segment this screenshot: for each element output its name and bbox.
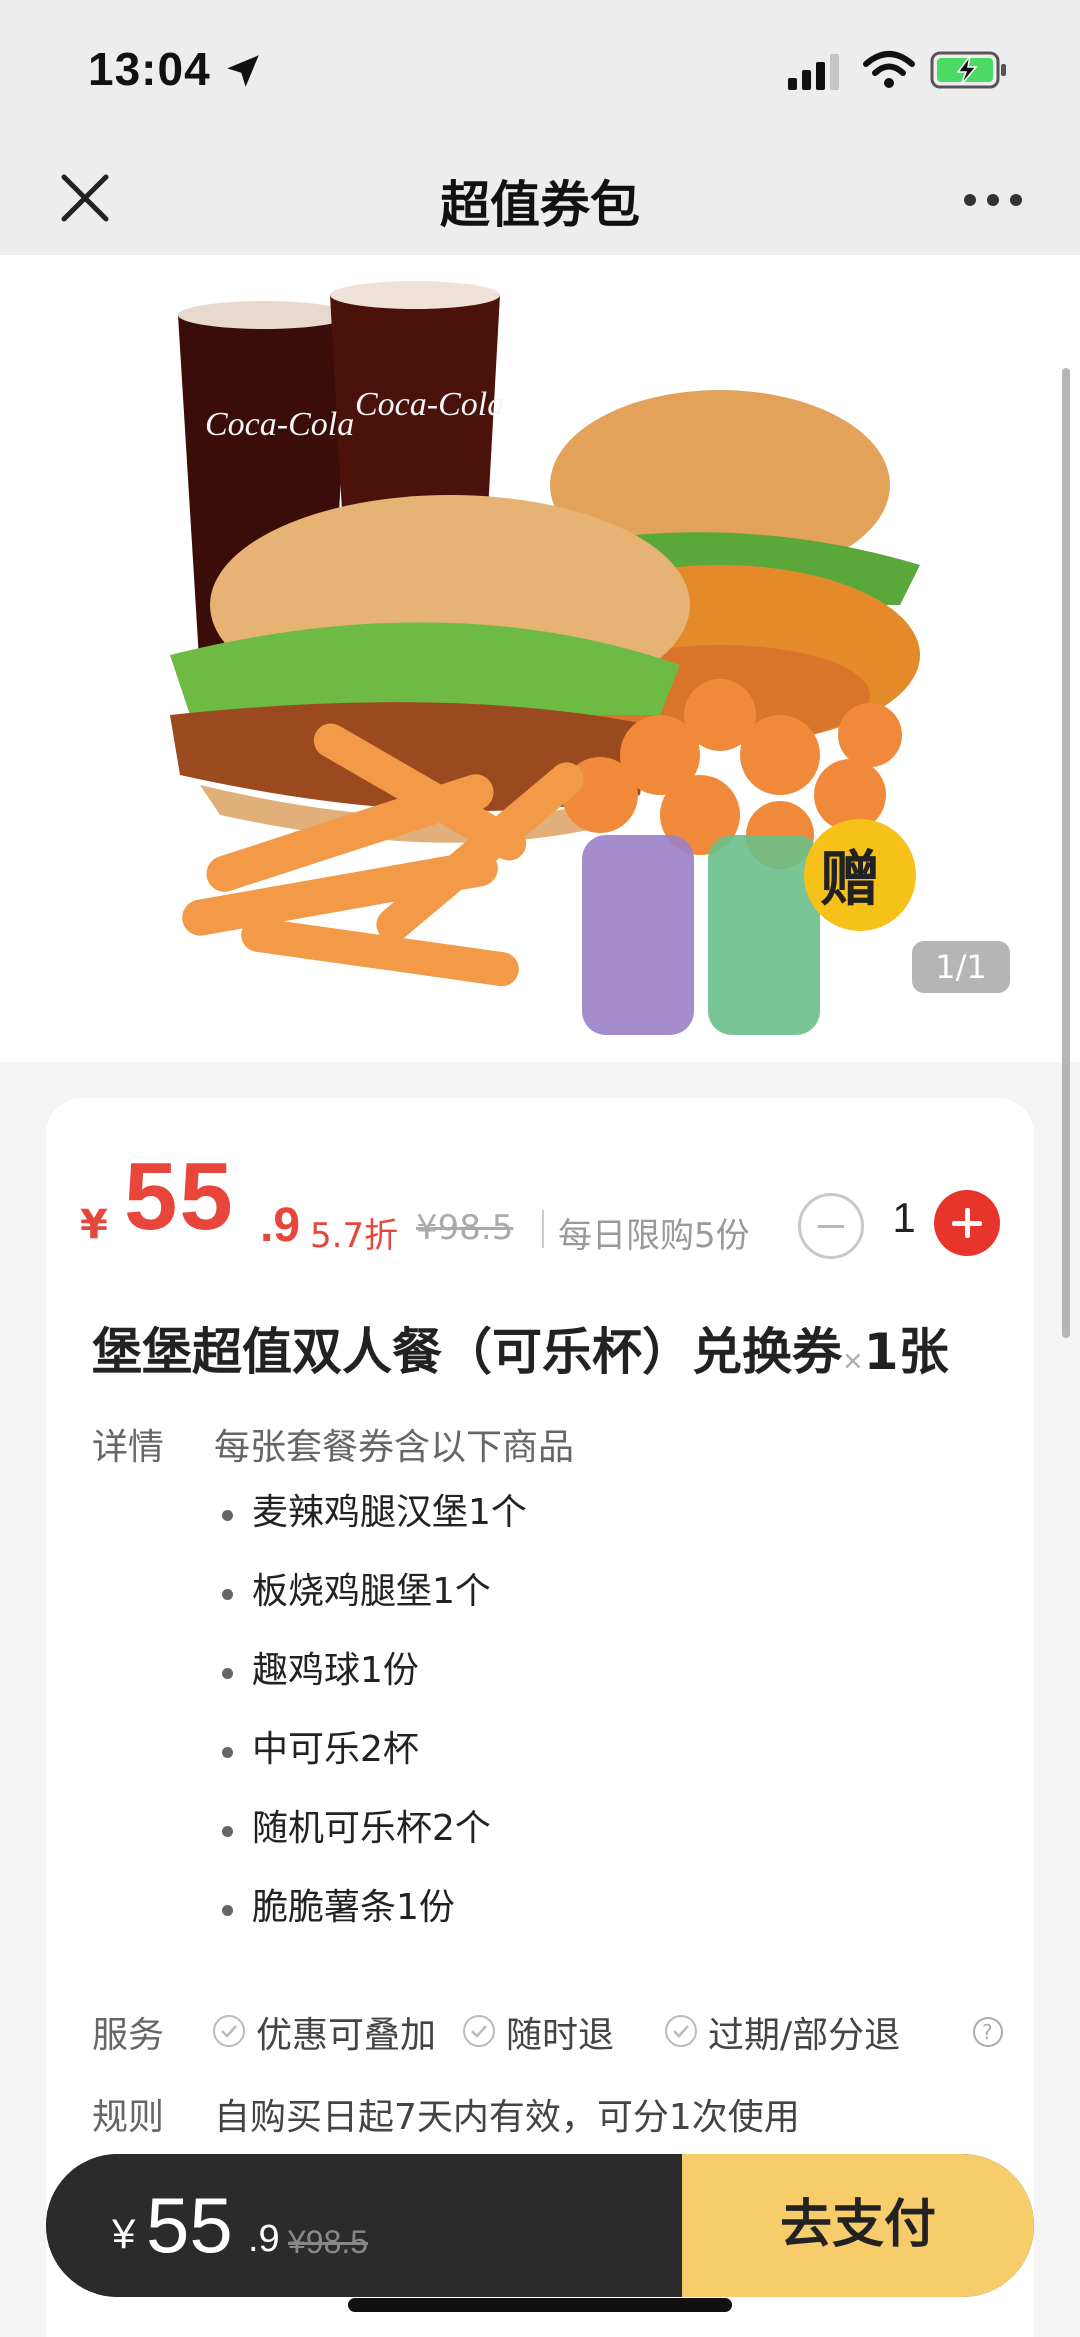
help-icon[interactable]: ? bbox=[972, 2016, 1004, 2048]
checkout-bar: ¥ 55 .9 ¥98.5 去支付 bbox=[46, 2154, 1034, 2297]
cellular-signal-icon bbox=[788, 54, 839, 90]
more-options-icon[interactable] bbox=[960, 175, 1026, 225]
scrollbar[interactable] bbox=[1062, 368, 1070, 1338]
status-bar: 13:04 bbox=[0, 0, 1080, 145]
svg-text:?: ? bbox=[982, 2020, 993, 2044]
checkout-price-integer: 55 bbox=[146, 2181, 233, 2269]
home-indicator[interactable] bbox=[348, 2298, 732, 2312]
divider bbox=[542, 1210, 544, 1248]
product-image-carousel[interactable]: Coca-Cola Coca-Cola 赠 1/1 bbox=[0, 255, 1080, 1062]
price-row: ¥ 55 .9 5.7折 ¥98.5 每日限购5份 1 bbox=[46, 1098, 1034, 1259]
increase-quantity-button[interactable] bbox=[934, 1190, 1000, 1256]
battery-charging-icon bbox=[930, 51, 1006, 89]
list-item: 随机可乐杯2个 bbox=[214, 1804, 527, 1883]
price-decimal: .9 bbox=[260, 1199, 301, 1252]
nav-bar: 超值券包 bbox=[0, 145, 1080, 255]
product-title: 堡堡超值双人餐（可乐杯）兑换券×1张 bbox=[92, 1323, 949, 1381]
list-item: 脆脆薯条1份 bbox=[214, 1883, 527, 1962]
service-tag: 优惠可叠加 bbox=[212, 2006, 436, 2058]
product-image: Coca-Cola Coca-Cola 赠 bbox=[170, 281, 920, 1035]
list-item: 中可乐2杯 bbox=[214, 1725, 527, 1804]
svg-text:Coca-Cola: Coca-Cola bbox=[355, 386, 504, 423]
status-time: 13:04 bbox=[88, 43, 211, 95]
check-circle-icon bbox=[463, 2015, 495, 2047]
checkout-currency: ¥ bbox=[112, 2210, 136, 2257]
original-price: ¥98.5 bbox=[416, 1208, 514, 1248]
list-item: 麦辣鸡腿汉堡1个 bbox=[214, 1488, 527, 1567]
currency-symbol: ¥ bbox=[80, 1202, 108, 1248]
details-description: 每张套餐券含以下商品 bbox=[214, 1427, 575, 1468]
service-label: 服务 bbox=[92, 2015, 165, 2056]
checkout-price: ¥ 55 .9 ¥98.5 bbox=[46, 2154, 682, 2297]
discount-label: 5.7折 bbox=[310, 1216, 399, 1256]
checkout-price-decimal: .9 bbox=[248, 2218, 280, 2260]
svg-text:Coca-Cola: Coca-Cola bbox=[205, 406, 354, 443]
check-circle-icon bbox=[213, 2015, 245, 2047]
svg-text:赠: 赠 bbox=[820, 845, 880, 915]
page-title: 超值券包 bbox=[440, 176, 640, 234]
wifi-icon bbox=[863, 51, 915, 88]
gift-badge: 赠 bbox=[804, 819, 916, 931]
list-item: 趣鸡球1份 bbox=[214, 1646, 527, 1725]
included-items-list: 麦辣鸡腿汉堡1个 板烧鸡腿堡1个 趣鸡球1份 中可乐2杯 随机可乐杯2个 脆脆薯… bbox=[214, 1488, 527, 1962]
rule-label: 规则 bbox=[92, 2097, 165, 2138]
location-arrow-icon bbox=[227, 55, 259, 87]
service-tag: 过期/部分退 bbox=[664, 2006, 900, 2058]
image-counter: 1/1 bbox=[912, 941, 1010, 993]
quantity-value: 1 bbox=[892, 1194, 916, 1241]
service-tag: 随时退 bbox=[462, 2006, 614, 2058]
price-integer: 55 bbox=[124, 1143, 235, 1250]
rule-text: 自购买日起7天内有效，可分1次使用 bbox=[214, 2097, 800, 2138]
coca-cola-glass-cans bbox=[582, 835, 820, 1035]
product-card: ¥ 55 .9 5.7折 ¥98.5 每日限购5份 1 堡堡超值双人餐（可乐杯）… bbox=[46, 1098, 1034, 2337]
purchase-limit: 每日限购5份 bbox=[558, 1216, 750, 1256]
checkout-original-price: ¥98.5 bbox=[288, 2224, 369, 2260]
list-item: 板烧鸡腿堡1个 bbox=[214, 1567, 527, 1646]
check-circle-icon bbox=[665, 2015, 697, 2047]
details-label: 详情 bbox=[92, 1427, 165, 1468]
pay-button[interactable]: 去支付 bbox=[682, 2154, 1034, 2297]
decrease-quantity-button[interactable] bbox=[798, 1193, 864, 1259]
